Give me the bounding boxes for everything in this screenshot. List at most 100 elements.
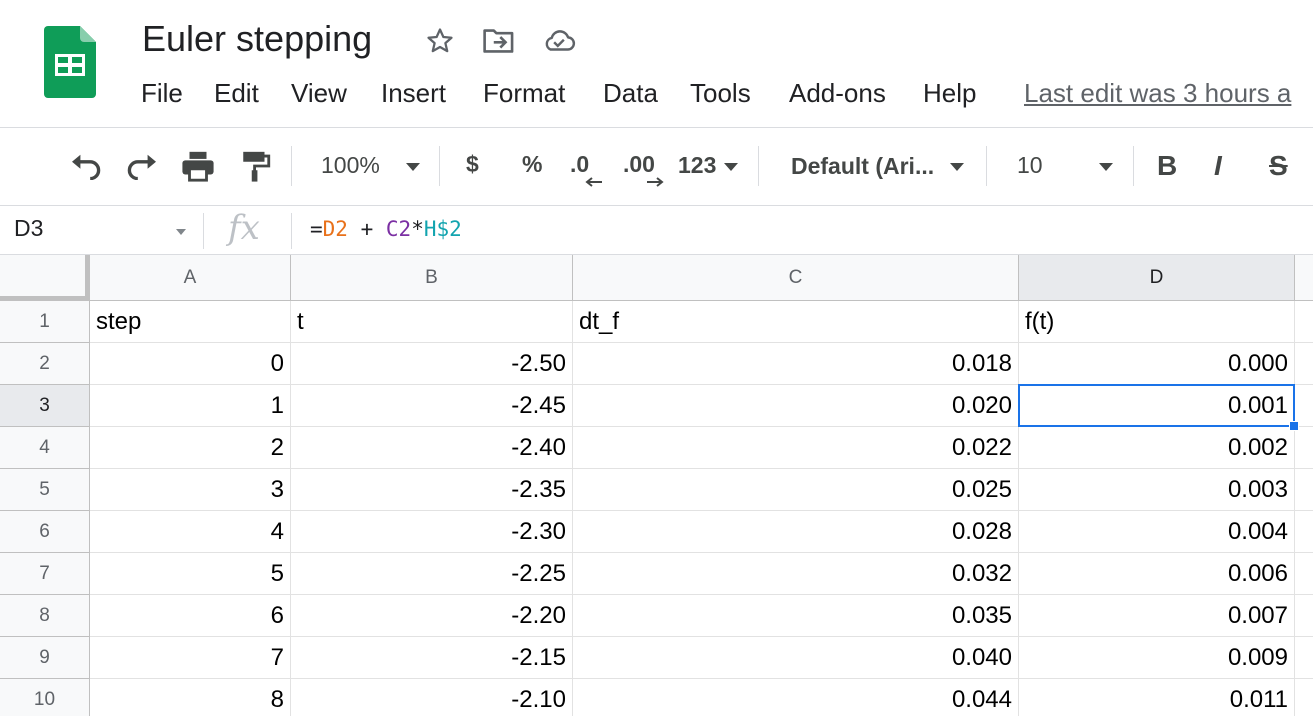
row-header-2[interactable]: 2 [0,343,90,385]
chevron-down-icon[interactable] [950,163,964,171]
select-all-corner[interactable] [0,255,90,301]
sheets-logo-icon[interactable] [44,26,96,98]
chevron-down-icon[interactable] [724,163,738,171]
column-header-c[interactable]: C [573,255,1019,301]
zoom-select[interactable]: 100% [321,152,380,179]
chevron-down-icon[interactable] [176,229,186,235]
cell-a2[interactable]: 0 [90,343,291,385]
row-header-10[interactable]: 10 [0,679,90,716]
cell-c4[interactable]: 0.022 [573,427,1019,469]
more-formats-button[interactable]: 123 [678,152,716,179]
decrease-decimals-button[interactable]: .0 [570,151,589,178]
cell-a10[interactable]: 8 [90,679,291,716]
cell-c10[interactable]: 0.044 [573,679,1019,716]
cell-c3[interactable]: 0.020 [573,385,1019,427]
strikethrough-button[interactable]: S [1269,150,1288,182]
cell-d4[interactable]: 0.002 [1019,427,1295,469]
menu-insert[interactable]: Insert [381,78,446,109]
cell-a5[interactable]: 3 [90,469,291,511]
row-header-8[interactable]: 8 [0,595,90,637]
cell-b6[interactable]: -2.30 [291,511,573,553]
cell-c1[interactable]: dt_f [573,301,1019,343]
cell[interactable] [1295,679,1313,716]
formula-input[interactable]: =D2 + C2*H$2 [310,217,462,241]
cell-c2[interactable]: 0.018 [573,343,1019,385]
print-icon[interactable] [178,146,218,186]
bold-button[interactable]: B [1157,150,1177,182]
cell-d3[interactable]: 0.001 [1019,385,1295,427]
cell-c9[interactable]: 0.040 [573,637,1019,679]
move-to-folder-icon[interactable] [482,26,516,56]
cell-a8[interactable]: 6 [90,595,291,637]
column-header[interactable] [1295,255,1313,301]
cell-a4[interactable]: 2 [90,427,291,469]
menu-edit[interactable]: Edit [214,78,259,109]
cell-a6[interactable]: 4 [90,511,291,553]
cell-d6[interactable]: 0.004 [1019,511,1295,553]
cell-d1[interactable]: f(t) [1019,301,1295,343]
cell-b7[interactable]: -2.25 [291,553,573,595]
cell-c7[interactable]: 0.032 [573,553,1019,595]
cell-d7[interactable]: 0.006 [1019,553,1295,595]
cell-b3[interactable]: -2.45 [291,385,573,427]
paint-format-icon[interactable] [236,146,276,186]
document-title[interactable]: Euler stepping [142,18,372,60]
row-header-5[interactable]: 5 [0,469,90,511]
cell[interactable] [1295,301,1313,343]
cell-d5[interactable]: 0.003 [1019,469,1295,511]
increase-decimals-button[interactable]: .00 [623,151,655,178]
cell[interactable] [1295,637,1313,679]
cell-a7[interactable]: 5 [90,553,291,595]
redo-icon[interactable] [122,148,162,184]
cell-b1[interactable]: t [291,301,573,343]
column-header-d[interactable]: D [1019,255,1295,301]
chevron-down-icon[interactable] [406,163,420,171]
spreadsheet-grid[interactable]: A B C D 1 step t dt_f f(t) 2 0 -2.50 0.018 0.000 3 1 -2.… [0,255,1313,716]
cell-b9[interactable]: -2.15 [291,637,573,679]
percent-format-button[interactable]: % [522,151,542,178]
cell-d2[interactable]: 0.000 [1019,343,1295,385]
menu-tools[interactable]: Tools [690,78,751,109]
cell-d8[interactable]: 0.007 [1019,595,1295,637]
cell[interactable] [1295,553,1313,595]
name-box[interactable]: D3 [14,215,43,242]
cell-c8[interactable]: 0.035 [573,595,1019,637]
last-edit-link[interactable]: Last edit was 3 hours a [1024,78,1291,109]
cell[interactable] [1295,595,1313,637]
menu-format[interactable]: Format [483,78,565,109]
menu-file[interactable]: File [141,78,183,109]
row-header-9[interactable]: 9 [0,637,90,679]
row-header-4[interactable]: 4 [0,427,90,469]
currency-format-button[interactable]: $ [466,151,479,178]
undo-icon[interactable] [66,148,106,184]
row-header-7[interactable]: 7 [0,553,90,595]
cell-b10[interactable]: -2.10 [291,679,573,716]
cell-c5[interactable]: 0.025 [573,469,1019,511]
row-header-1[interactable]: 1 [0,301,90,343]
cell-c6[interactable]: 0.028 [573,511,1019,553]
cell-a9[interactable]: 7 [90,637,291,679]
menu-help[interactable]: Help [923,78,976,109]
italic-button[interactable]: I [1214,150,1222,182]
cell-a1[interactable]: step [90,301,291,343]
cell-d10[interactable]: 0.011 [1019,679,1295,716]
cell[interactable] [1295,427,1313,469]
fill-handle[interactable] [1289,421,1299,431]
cell[interactable] [1295,469,1313,511]
font-size-select[interactable]: 10 [1017,152,1043,179]
menu-view[interactable]: View [291,78,347,109]
cell-b2[interactable]: -2.50 [291,343,573,385]
cell-a3[interactable]: 1 [90,385,291,427]
cell[interactable] [1295,343,1313,385]
chevron-down-icon[interactable] [1099,163,1113,171]
column-header-a[interactable]: A [90,255,291,301]
menu-add-ons[interactable]: Add-ons [789,78,886,109]
cell-b8[interactable]: -2.20 [291,595,573,637]
row-header-3[interactable]: 3 [0,385,90,427]
menu-data[interactable]: Data [603,78,658,109]
cell-d9[interactable]: 0.009 [1019,637,1295,679]
font-family-select[interactable]: Default (Ari... [791,153,934,180]
column-header-b[interactable]: B [291,255,573,301]
cloud-saved-icon[interactable] [542,26,576,56]
cell-b4[interactable]: -2.40 [291,427,573,469]
